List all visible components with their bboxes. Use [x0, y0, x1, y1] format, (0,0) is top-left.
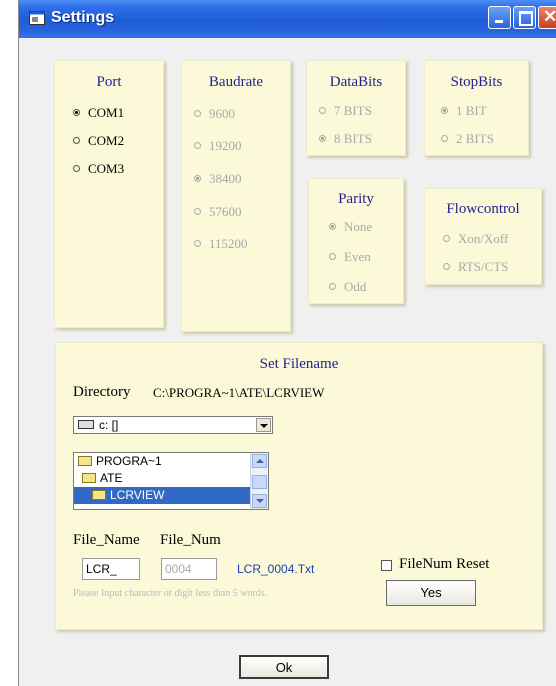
port-option[interactable]: COM3: [73, 161, 124, 177]
filename-hint: Please Input character or digit less tha…: [73, 588, 268, 599]
radio-icon: [194, 110, 201, 117]
folder-icon: [92, 490, 106, 500]
file-num-input[interactable]: 0004: [161, 558, 217, 580]
radio-icon: [329, 283, 336, 290]
radio-icon: [194, 240, 201, 247]
scroll-thumb[interactable]: [252, 475, 267, 489]
port-option[interactable]: COM2: [73, 133, 124, 149]
close-button[interactable]: ✕: [538, 6, 556, 29]
stopbits-option[interactable]: 2 BITS: [441, 131, 494, 147]
yes-button[interactable]: Yes: [386, 580, 476, 606]
window-title: Settings: [51, 9, 115, 26]
folder-icon: [78, 456, 92, 466]
drive-select[interactable]: c: []: [73, 416, 273, 434]
radio-icon: [73, 109, 80, 116]
baudrate-option[interactable]: 115200: [194, 236, 248, 252]
baudrate-group: Baudrate 9600 19200 38400 57600 115200: [181, 60, 291, 332]
flowcontrol-group: Flowcontrol Xon/Xoff RTS/CTS: [424, 188, 542, 285]
directory-path: C:\PROGRA~1\ATE\LCRVIEW: [153, 385, 325, 400]
filename-title: Set Filename: [259, 356, 339, 372]
radio-icon: [194, 208, 201, 215]
parity-group: Parity None Even Odd: [308, 178, 404, 304]
settings-window: Settings ✕ Port COM1 COM2 COM3 Baudrate …: [18, 0, 556, 686]
directory-scrollbar[interactable]: [250, 453, 268, 509]
directory-label: Directory: [73, 384, 131, 400]
radio-icon: [443, 263, 450, 270]
directory-list[interactable]: PROGRA~1 ATE LCRVIEW: [73, 452, 269, 510]
flowcontrol-option[interactable]: Xon/Xoff: [443, 231, 508, 247]
parity-title: Parity: [338, 191, 374, 207]
stopbits-option[interactable]: 1 BIT: [441, 103, 487, 119]
radio-icon: [194, 175, 201, 182]
flowcontrol-option[interactable]: RTS/CTS: [443, 259, 509, 275]
minimize-button[interactable]: [488, 6, 511, 29]
radio-icon: [73, 165, 80, 172]
parity-option[interactable]: Odd: [329, 279, 366, 295]
close-icon: ✕: [543, 7, 556, 26]
baudrate-option[interactable]: 38400: [194, 171, 242, 187]
title-bar[interactable]: Settings ✕: [19, 0, 556, 38]
directory-item[interactable]: ATE: [74, 470, 257, 487]
radio-icon: [73, 137, 80, 144]
stopbits-group: StopBits 1 BIT 2 BITS: [424, 60, 529, 156]
port-option[interactable]: COM1: [73, 105, 124, 121]
maximize-button[interactable]: [513, 6, 536, 29]
radio-icon: [443, 235, 450, 242]
flowcontrol-title: Flowcontrol: [446, 201, 520, 217]
file-name-input[interactable]: LCR_: [82, 558, 140, 580]
parity-option[interactable]: None: [329, 219, 372, 235]
scroll-up-icon[interactable]: [252, 454, 267, 468]
databits-title: DataBits: [329, 74, 383, 90]
baudrate-option[interactable]: 9600: [194, 106, 235, 122]
filenum-reset-label: FileNum Reset: [399, 556, 490, 572]
port-group: Port COM1 COM2 COM3: [54, 60, 164, 328]
ok-button[interactable]: Ok: [239, 655, 329, 679]
directory-item[interactable]: PROGRA~1: [74, 453, 253, 470]
file-name-label: File_Name: [73, 532, 140, 548]
filenum-reset-checkbox[interactable]: [381, 560, 392, 571]
directory-item[interactable]: LCRVIEW: [74, 487, 257, 504]
radio-icon: [441, 107, 448, 114]
radio-icon: [441, 135, 448, 142]
databits-group: DataBits 7 BITS 8 BITS: [306, 60, 406, 156]
radio-icon: [329, 253, 336, 260]
folder-icon: [82, 473, 96, 483]
baudrate-option[interactable]: 19200: [194, 138, 242, 154]
radio-icon: [329, 223, 336, 230]
chevron-down-icon[interactable]: [256, 418, 271, 432]
filename-preview: LCR_0004.Txt: [237, 562, 315, 576]
baudrate-option[interactable]: 57600: [194, 204, 242, 220]
port-title: Port: [96, 74, 122, 90]
radio-icon: [194, 142, 201, 149]
databits-option[interactable]: 8 BITS: [319, 131, 372, 147]
stopbits-title: StopBits: [450, 74, 503, 90]
file-num-label: File_Num: [160, 532, 221, 548]
drive-icon: [78, 420, 94, 429]
radio-icon: [319, 107, 326, 114]
parity-option[interactable]: Even: [329, 249, 371, 265]
radio-icon: [319, 135, 326, 142]
window-icon: [29, 11, 45, 25]
scroll-down-icon[interactable]: [252, 494, 267, 508]
baudrate-title: Baudrate: [208, 74, 264, 90]
databits-option[interactable]: 7 BITS: [319, 103, 372, 119]
